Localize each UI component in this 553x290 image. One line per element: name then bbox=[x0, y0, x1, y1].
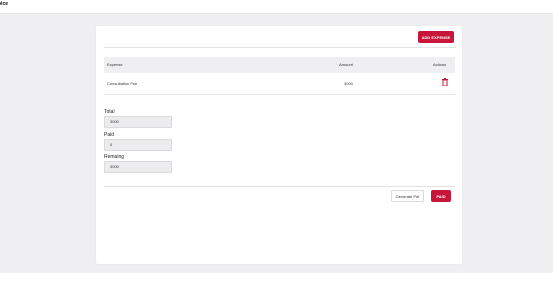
toolbar-divider bbox=[104, 47, 456, 48]
add-expense-button[interactable]: ADD EXPENSE bbox=[418, 31, 454, 43]
total-field[interactable]: 3000 bbox=[104, 116, 172, 128]
paid-field[interactable]: 0 bbox=[104, 139, 172, 151]
page-title: oice bbox=[0, 1, 9, 7]
remaining-field[interactable]: 3000 bbox=[104, 161, 172, 173]
table-cell-amount: 3000 bbox=[344, 81, 353, 86]
top-bar: oice bbox=[0, 0, 553, 14]
total-label: Total bbox=[104, 109, 115, 115]
column-header-expense: Expense bbox=[107, 62, 123, 67]
paid-label: Paid bbox=[104, 132, 115, 138]
table-header bbox=[104, 57, 455, 73]
table-cell-expense: Consultation Fee bbox=[107, 81, 138, 86]
trash-icon[interactable] bbox=[442, 78, 448, 86]
remaining-label: Remaing bbox=[104, 154, 125, 160]
column-header-actions: Actions bbox=[433, 62, 447, 67]
row-divider bbox=[104, 94, 455, 95]
generate-pdf-button[interactable]: Generate Pdf bbox=[391, 190, 424, 202]
paid-button[interactable]: PAID bbox=[431, 190, 451, 202]
footer-divider bbox=[104, 186, 455, 187]
column-header-amount: Amount bbox=[339, 62, 353, 67]
